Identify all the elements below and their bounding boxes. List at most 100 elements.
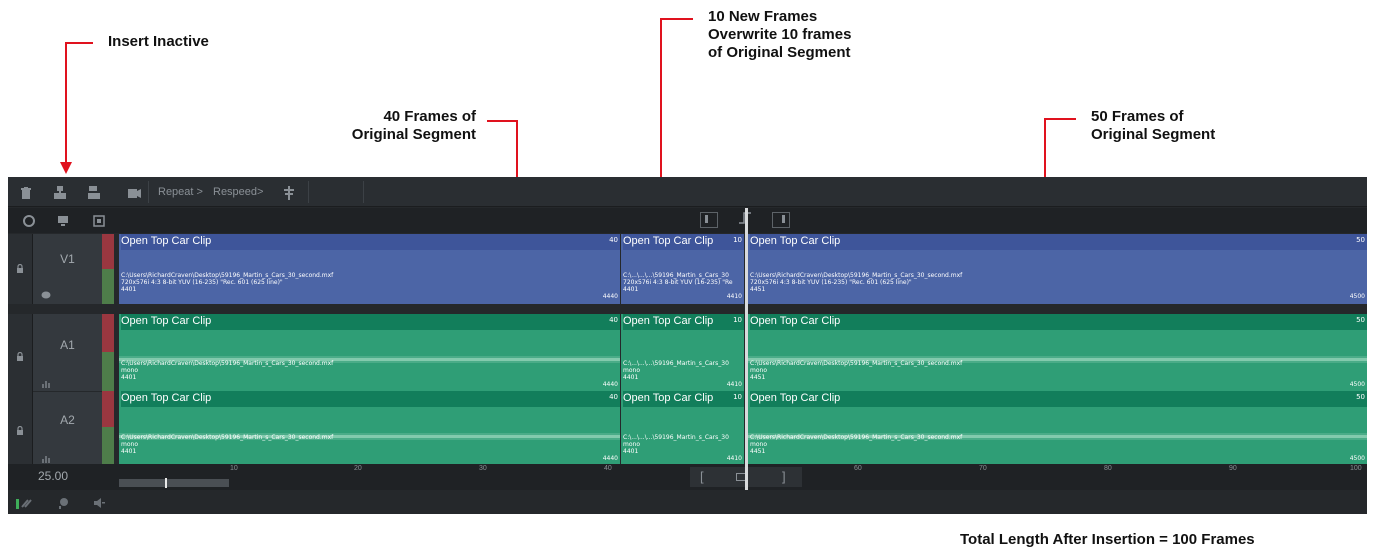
level-meter-icon[interactable] (16, 496, 32, 514)
track-header-a2[interactable]: A2 (33, 391, 102, 464)
audio-clip-segment-40[interactable]: Open Top Car Clip 40 C:\Users\RichardCra… (119, 391, 620, 464)
comment-icon[interactable] (41, 289, 51, 303)
ruler-tick-label: 40 (604, 465, 612, 472)
clip-icon[interactable] (122, 177, 146, 207)
track-color-red (102, 314, 114, 352)
audio-clip-segment-50[interactable]: Open Top Car Clip 50 C:\Users\RichardCra… (748, 391, 1367, 464)
audio-levels-icon[interactable] (41, 377, 51, 391)
clip-end-timecode: 4440 (602, 381, 618, 388)
respeed-button[interactable]: Respeed> (213, 177, 263, 207)
overwrite-icon[interactable] (82, 177, 106, 207)
timeline-toolbar: Repeat > Respeed> (8, 177, 1367, 207)
track-header-a1[interactable]: A1 (33, 314, 102, 391)
clip-frame-count: 40 (609, 393, 618, 401)
clip-start-timecode: 4401 (121, 448, 137, 455)
timeline-ruler[interactable]: 25.00 [ ] (8, 464, 1367, 490)
clip-title: Open Top Car Clip (623, 234, 744, 250)
clip-start-timecode: 4451 (750, 448, 766, 455)
clip-title: Open Top Car Clip (750, 391, 1367, 407)
mark-in-icon[interactable]: [ (700, 469, 704, 484)
video-clip-segment-10[interactable]: Open Top Car Clip 10 C:\...\...\...\5919… (621, 234, 744, 304)
annotation-new-frames: 10 New Frames Overwrite 10 frames of Ori… (708, 8, 851, 62)
toolbar-divider (363, 181, 364, 203)
marker-icon[interactable] (58, 496, 70, 514)
trim-right-icon[interactable] (772, 212, 790, 228)
clip-format: 720x576i 4:3 8-bit YUV (16-235) "Rec. 60… (121, 279, 283, 286)
clip-title: Open Top Car Clip (121, 234, 620, 250)
clip-frame-count: 40 (609, 236, 618, 244)
insert-inactive-arrowhead (60, 162, 72, 174)
snapshot-icon[interactable] (88, 208, 110, 233)
video-clip-segment-40[interactable]: Open Top Car Clip 40 C:\Users\RichardCra… (119, 234, 620, 304)
align-icon[interactable] (277, 177, 301, 207)
lock-icon[interactable] (16, 263, 24, 276)
ruler-tick-label: 100 (1350, 465, 1362, 472)
trim-left-icon[interactable] (700, 212, 718, 228)
clip-title: Open Top Car Clip (750, 314, 1367, 330)
clip-start-timecode: 4401 (121, 374, 137, 381)
clip-end-timecode: 4440 (602, 293, 618, 300)
clip-end-timecode: 4410 (726, 455, 742, 462)
annotation-40-frames-line2: Original Segment (351, 126, 476, 143)
fps-readout: 25.00 (38, 469, 69, 483)
clip-start-timecode: 4401 (623, 374, 639, 381)
insert-inactive-line (65, 42, 67, 162)
clip-path: C:\Users\RichardCraven\Desktop\59196_Mar… (750, 434, 963, 441)
ruler-tick-label: 30 (479, 465, 487, 472)
comment-toggle-icon[interactable] (18, 208, 40, 233)
clip-title: Open Top Car Clip (121, 314, 620, 330)
audio-clip-segment-50[interactable]: Open Top Car Clip 50 C:\Users\RichardCra… (748, 314, 1367, 391)
frames50-leader (1044, 118, 1076, 120)
annotation-50-frames: 50 Frames of Original Segment (1091, 108, 1215, 144)
annotation-new-frames-line1: 10 New Frames (708, 8, 818, 25)
clip-format: 720x576i 4:3 8-bit YUV (16-235) "Rec. 60… (750, 279, 912, 286)
clip-frame-count: 40 (609, 316, 618, 324)
clip-title: Open Top Car Clip (623, 391, 744, 407)
toolbar-divider (148, 181, 149, 203)
video-clip-segment-50[interactable]: Open Top Car Clip 50 C:\Users\RichardCra… (748, 234, 1367, 304)
audio-icon[interactable] (93, 496, 105, 514)
clip-path: C:\...\...\...\59196_Martin_s_Cars_30 (623, 434, 729, 441)
track-name: V1 (60, 252, 75, 266)
clip-channels: mono (623, 441, 640, 448)
zoom-scrollbar[interactable] (119, 479, 229, 487)
annotation-new-frames-line2: Overwrite 10 frames (708, 26, 852, 43)
insert-icon[interactable] (48, 177, 72, 207)
clip-start-timecode: 4401 (623, 286, 639, 293)
lock-icon[interactable] (16, 349, 24, 367)
repeat-button[interactable]: Repeat > (158, 177, 203, 207)
clip-frame-count: 50 (1356, 393, 1365, 401)
track-name: A1 (60, 338, 75, 352)
audio-clip-segment-10[interactable]: Open Top Car Clip 10 C:\...\...\...\5919… (621, 314, 744, 391)
mark-out-icon[interactable]: ] (782, 469, 786, 484)
annotation-insert-inactive: Insert Inactive (108, 33, 209, 50)
clip-start-timecode: 4401 (623, 448, 639, 455)
ruler-tick-label: 10 (230, 465, 238, 472)
track-color-green (102, 427, 114, 464)
track-lock-column (8, 314, 33, 391)
track-header-v1[interactable]: V1 (33, 234, 102, 304)
playhead[interactable] (745, 208, 748, 490)
audio-clip-segment-40[interactable]: Open Top Car Clip 40 C:\Users\RichardCra… (119, 314, 620, 391)
audio-clip-segment-10[interactable]: Open Top Car Clip 10 C:\...\...\...\5919… (621, 391, 744, 464)
frames40-leader (487, 120, 518, 122)
clip-path: C:\...\...\...\59196_Martin_s_Cars_30 (623, 272, 729, 279)
clip-end-timecode: 4410 (726, 381, 742, 388)
clip-end-timecode: 4500 (1349, 293, 1365, 300)
clip-channels: mono (623, 367, 640, 374)
clip-channels: mono (750, 441, 767, 448)
annotation-total-length: Total Length After Insertion = 100 Frame… (960, 531, 1255, 548)
clip-end-timecode: 4440 (602, 455, 618, 462)
timeline-app: Repeat > Respeed> V1 Open Top Car Clip 4… (8, 177, 1367, 514)
clip-path: C:\Users\RichardCraven\Desktop\59196_Mar… (750, 272, 963, 279)
trash-icon[interactable] (14, 177, 38, 207)
ruler-tick-label: 80 (1104, 465, 1112, 472)
clip-path: C:\Users\RichardCraven\Desktop\59196_Mar… (750, 360, 963, 367)
zoom-handle[interactable] (165, 478, 167, 488)
track-lock-column (8, 391, 33, 464)
annotation-40-frames: 40 Frames of Original Segment (300, 108, 476, 144)
monitor-icon[interactable] (52, 208, 74, 233)
clip-path: C:\Users\RichardCraven\Desktop\59196_Mar… (121, 434, 334, 441)
page: Insert Inactive 10 New Frames Overwrite … (0, 0, 1374, 554)
lock-icon[interactable] (16, 423, 24, 441)
